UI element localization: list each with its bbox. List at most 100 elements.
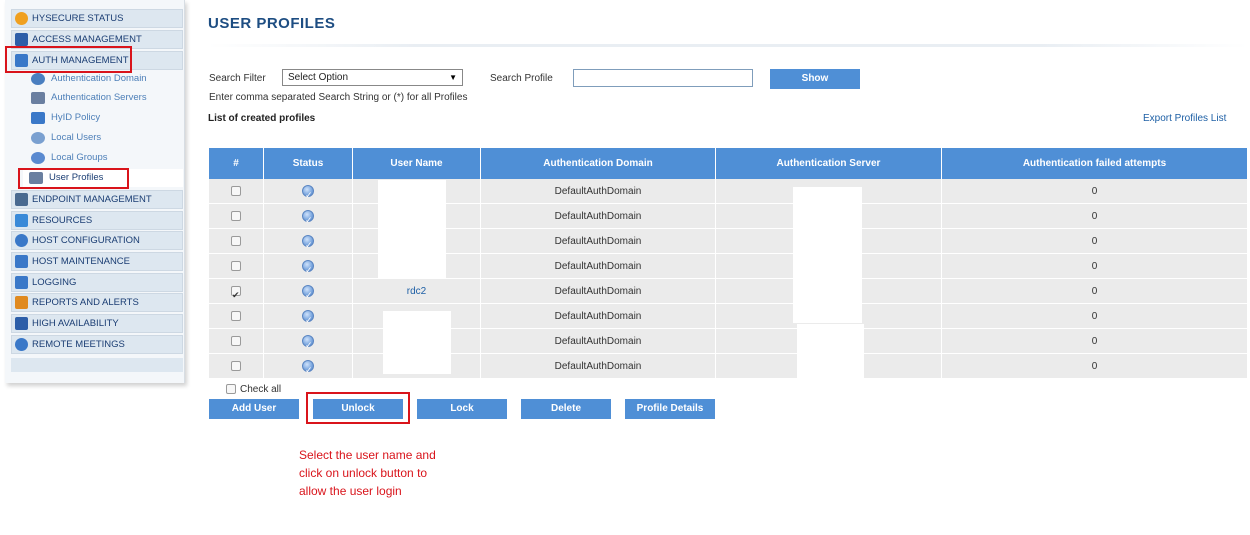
row-select-cell[interactable]: [209, 179, 264, 204]
table-row: DefaultAuthDomain 0: [209, 179, 1247, 208]
redaction-block: [793, 187, 862, 323]
sidebar-footer: [11, 358, 183, 372]
user-name-link[interactable]: rdc2: [407, 286, 426, 297]
subnav-hyid-policy[interactable]: HyID Policy: [25, 109, 100, 127]
row-auth-domain: DefaultAuthDomain: [481, 354, 716, 379]
callout-user-profiles: [18, 168, 129, 189]
row-auth-domain: DefaultAuthDomain: [481, 279, 716, 304]
row-checkbox[interactable]: [231, 261, 241, 272]
search-profile-input[interactable]: [573, 69, 753, 87]
nav-label: HOST MAINTENANCE: [32, 256, 131, 267]
status-icon: [15, 12, 28, 25]
profile-details-button[interactable]: Profile Details: [625, 399, 715, 419]
row-select-cell[interactable]: [209, 329, 264, 354]
status-ok-icon: [302, 358, 314, 383]
group-icon: [31, 152, 45, 164]
nav-resources[interactable]: RESOURCES: [11, 211, 183, 230]
subnav-local-groups[interactable]: Local Groups: [25, 149, 108, 167]
row-status-cell: [264, 354, 353, 383]
status-ok-icon: [302, 283, 314, 308]
col-header-auth-server: Authentication Server: [716, 148, 942, 179]
user-icon: [31, 132, 45, 144]
search-filter-label: Search Filter: [209, 73, 266, 84]
unlock-button[interactable]: Unlock: [313, 399, 403, 419]
row-select-cell[interactable]: [209, 229, 264, 254]
check-all[interactable]: Check all: [226, 384, 281, 395]
server-icon: [31, 92, 45, 104]
subnav-label: HyID Policy: [51, 112, 101, 123]
nav-endpoint-management[interactable]: ENDPOINT MANAGEMENT: [11, 190, 183, 209]
row-user-name[interactable]: rdc2: [353, 279, 481, 304]
table-row: DefaultAuthDomain 0: [209, 204, 1247, 233]
nav-remote-meetings[interactable]: REMOTE MEETINGS: [11, 335, 183, 354]
row-status-cell: [264, 254, 353, 283]
row-select-cell[interactable]: [209, 304, 264, 329]
search-profile-label: Search Profile: [490, 73, 553, 84]
list-title: List of created profiles: [208, 113, 316, 124]
add-user-button[interactable]: Add User: [209, 399, 299, 419]
grid-icon: [15, 317, 28, 330]
row-failed-attempts: 0: [1091, 361, 1098, 372]
search-hint: Enter comma separated Search String or (…: [209, 92, 468, 103]
row-failed-attempts: 0: [1091, 211, 1098, 222]
check-all-label: Check all: [240, 384, 282, 395]
check-all-checkbox[interactable]: [226, 384, 236, 395]
row-checkbox[interactable]: [231, 361, 241, 372]
show-button[interactable]: Show: [770, 69, 860, 89]
nav-host-configuration[interactable]: HOST CONFIGURATION: [11, 231, 183, 250]
instruction-note: Select the user name and click on unlock…: [299, 448, 436, 498]
subnav-local-users[interactable]: Local Users: [25, 129, 101, 147]
row-status-cell: [264, 204, 353, 233]
user-badge-icon: [31, 112, 45, 124]
row-checkbox[interactable]: [231, 211, 241, 222]
gear-icon: [15, 234, 28, 247]
col-header-failed-attempts: Authentication failed attempts: [1022, 158, 1167, 169]
row-failed-attempts: 0: [1091, 311, 1098, 322]
nav-label: REMOTE MEETINGS: [32, 339, 125, 350]
row-status-cell: [264, 179, 353, 208]
row-checkbox[interactable]: [231, 283, 241, 308]
table-row: DefaultAuthDomain 0: [209, 354, 1247, 383]
row-checkbox[interactable]: [231, 311, 241, 322]
nav-reports-and-alerts[interactable]: REPORTS AND ALERTS: [11, 293, 183, 312]
row-auth-domain: DefaultAuthDomain: [481, 254, 716, 279]
nav-label: HIGH AVAILABILITY: [32, 318, 119, 329]
row-select-cell[interactable]: [209, 279, 264, 308]
table-row: DefaultAuthDomain 0: [209, 229, 1247, 258]
scales-icon: [15, 193, 28, 206]
redaction-block: [378, 180, 446, 279]
row-status-cell: [264, 304, 353, 333]
row-failed-attempts: 0: [1091, 336, 1098, 347]
row-failed-attempts: 0: [1091, 286, 1098, 297]
export-profiles-link[interactable]: Export Profiles List: [1143, 113, 1226, 124]
row-status-cell: [264, 329, 353, 358]
search-filter-select[interactable]: Select Option ▼: [282, 69, 463, 86]
row-checkbox[interactable]: [231, 236, 241, 247]
row-auth-domain: DefaultAuthDomain: [481, 179, 716, 204]
nav-logging[interactable]: LOGGING: [11, 273, 183, 292]
row-checkbox[interactable]: [231, 186, 241, 197]
row-select-cell[interactable]: [209, 354, 264, 379]
row-checkbox[interactable]: [231, 336, 241, 347]
status-ok-icon: [302, 183, 314, 208]
nav-label: HOST CONFIGURATION: [32, 235, 140, 246]
globe-icon: [31, 73, 45, 85]
row-select-cell[interactable]: [209, 254, 264, 279]
subnav-authentication-servers[interactable]: Authentication Servers: [25, 89, 147, 107]
logging-icon: [15, 276, 28, 289]
chevron-down-icon: ▼: [449, 73, 457, 82]
nav-hysecure-status[interactable]: HYSECURE STATUS: [11, 9, 183, 28]
lock-button[interactable]: Lock: [417, 399, 507, 419]
nav-label: LOGGING: [32, 277, 77, 288]
delete-button[interactable]: Delete: [521, 399, 611, 419]
monitor-icon: [15, 255, 28, 268]
subnav-label: Local Users: [51, 132, 102, 143]
nav-host-maintenance[interactable]: HOST MAINTENANCE: [11, 252, 183, 271]
row-failed-attempts: 0: [1091, 261, 1098, 272]
table-row: DefaultAuthDomain 0: [209, 329, 1247, 358]
nav-high-availability[interactable]: HIGH AVAILABILITY: [11, 314, 183, 333]
row-status-cell: [264, 279, 353, 308]
row-select-cell[interactable]: [209, 204, 264, 229]
nav-label: ENDPOINT MANAGEMENT: [32, 194, 152, 205]
row-auth-domain: DefaultAuthDomain: [481, 304, 716, 329]
